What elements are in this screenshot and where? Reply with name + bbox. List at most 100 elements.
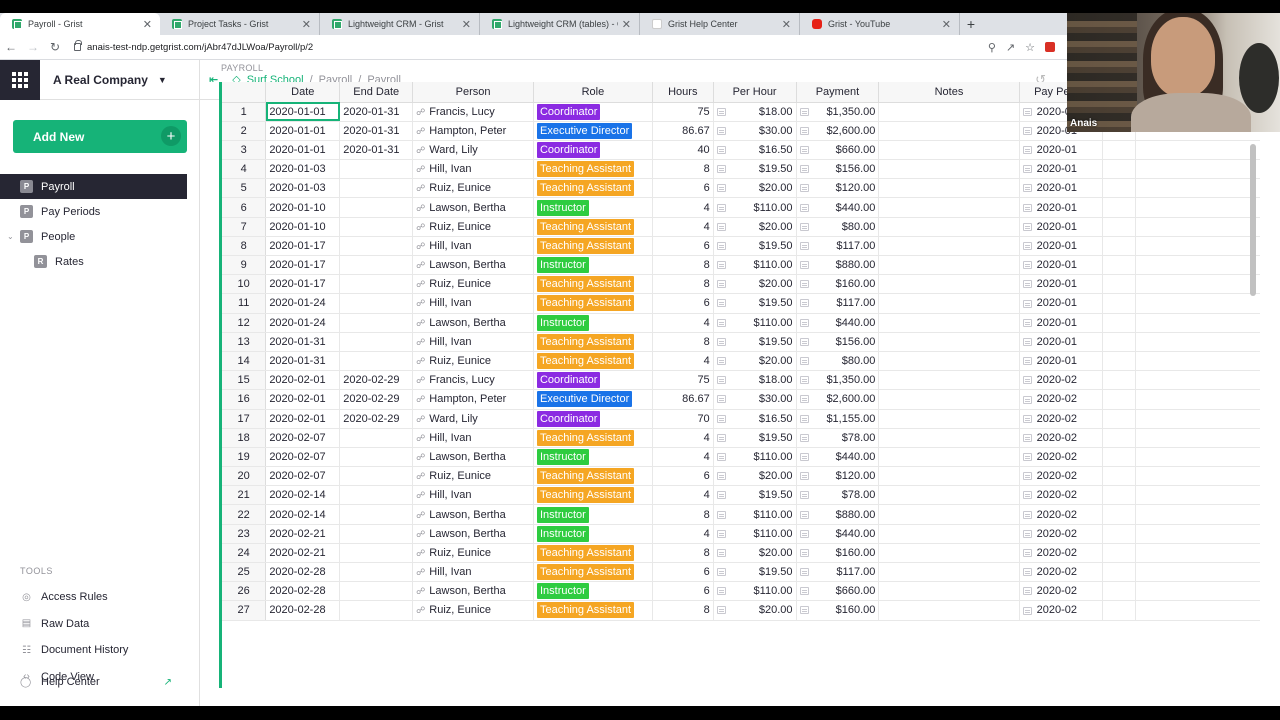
column-header-notes[interactable]: Notes xyxy=(878,82,1020,103)
cell-end-date[interactable] xyxy=(339,274,414,295)
share-icon[interactable]: ↗ xyxy=(1006,41,1015,54)
cell-person[interactable]: ☍ Hill, Ivan xyxy=(412,428,534,448)
chevron-down-icon[interactable]: ▼ xyxy=(158,75,167,85)
close-tab-icon[interactable]: ✕ xyxy=(302,18,311,31)
cell-end-date[interactable] xyxy=(339,255,414,276)
close-tab-icon[interactable]: ✕ xyxy=(143,18,152,31)
cell-per-hour[interactable]: $16.50 xyxy=(713,140,797,161)
cell-role[interactable]: Instructor xyxy=(533,581,653,602)
column-header-end-date[interactable]: End Date xyxy=(339,82,414,103)
cell-end-date[interactable] xyxy=(339,178,414,199)
zoom-icon[interactable]: ⚲ xyxy=(988,41,996,54)
browser-tab[interactable]: Project Tasks - Grist ✕ xyxy=(160,13,320,35)
cell-pay-period[interactable]: 2020-02 xyxy=(1019,485,1104,506)
cell-per-hour[interactable]: $110.00 xyxy=(713,197,797,218)
cell-notes[interactable] xyxy=(878,600,1020,621)
cell-end-date[interactable]: 2020-02-29 xyxy=(339,370,414,391)
cell-date[interactable]: 2020-02-07 xyxy=(265,428,341,448)
cell-payment[interactable]: $78.00 xyxy=(796,428,880,448)
browser-tab[interactable]: Lightweight CRM - Grist ✕ xyxy=(320,13,480,35)
cell-notes[interactable] xyxy=(878,543,1020,564)
cell-pay-period[interactable]: 2020-02 xyxy=(1019,600,1104,621)
cell-pay-period[interactable]: 2020-01 xyxy=(1019,255,1104,276)
cell-pay-period[interactable]: 2020-01 xyxy=(1019,313,1104,333)
cell-role[interactable]: Teaching Assistant xyxy=(533,428,653,448)
cell-end-date[interactable] xyxy=(339,236,414,257)
cell-payment[interactable]: $880.00 xyxy=(796,255,880,276)
cell-person[interactable]: ☍ Ruiz, Eunice xyxy=(412,466,534,487)
cell-pay-period[interactable]: 2020-01 xyxy=(1019,178,1104,199)
cell-role[interactable]: Executive Director xyxy=(533,121,653,141)
cell-pay-period[interactable]: 2020-02 xyxy=(1019,428,1104,448)
cell-role[interactable]: Instructor xyxy=(533,255,653,276)
cell-per-hour[interactable]: $20.00 xyxy=(713,543,797,564)
cell-end-date[interactable]: 2020-02-29 xyxy=(339,409,414,429)
cell-end-date[interactable] xyxy=(339,332,414,352)
cell-role[interactable]: Instructor xyxy=(533,313,653,333)
cell-notes[interactable] xyxy=(878,370,1020,391)
cell-payment[interactable]: $160.00 xyxy=(796,600,880,621)
cell-per-hour[interactable]: $110.00 xyxy=(713,447,797,468)
cell-notes[interactable] xyxy=(878,313,1020,333)
cell-notes[interactable] xyxy=(878,217,1020,237)
cell-role[interactable]: Teaching Assistant xyxy=(533,351,653,372)
cell-date[interactable]: 2020-01-31 xyxy=(265,351,341,372)
cell-date[interactable]: 2020-01-01 xyxy=(265,102,341,122)
cell-person[interactable]: ☍ Hill, Ivan xyxy=(412,236,534,257)
help-center-link[interactable]: ◯ Help Center ↗ xyxy=(0,670,200,694)
cell-payment[interactable]: $660.00 xyxy=(796,581,880,602)
cell-payment[interactable]: $78.00 xyxy=(796,485,880,506)
cell-role[interactable]: Teaching Assistant xyxy=(533,485,653,506)
cell-payment[interactable]: $120.00 xyxy=(796,178,880,199)
cell-end-date[interactable] xyxy=(339,428,414,448)
cell-per-hour[interactable]: $20.00 xyxy=(713,217,797,237)
cell-end-date[interactable] xyxy=(339,313,414,333)
cell-date[interactable]: 2020-02-21 xyxy=(265,543,341,564)
tool-access-rules[interactable]: ◎ Access Rules xyxy=(0,584,200,611)
cell-end-date[interactable] xyxy=(339,293,414,314)
cell-hours[interactable]: 8 xyxy=(652,274,714,295)
cell-role[interactable]: Teaching Assistant xyxy=(533,466,653,487)
cell-payment[interactable]: $1,155.00 xyxy=(796,409,880,429)
cell-person[interactable]: ☍ Francis, Lucy xyxy=(412,370,534,391)
cell-hours[interactable]: 4 xyxy=(652,217,714,237)
cell-hours[interactable]: 86.67 xyxy=(652,121,714,141)
cell-role[interactable]: Teaching Assistant xyxy=(533,562,653,583)
cell-per-hour[interactable]: $19.50 xyxy=(713,236,797,257)
page-item-payroll[interactable]: P Payroll xyxy=(0,174,187,199)
chevron-down-icon[interactable]: ⌄ xyxy=(7,232,14,241)
cell-notes[interactable] xyxy=(878,351,1020,372)
cell-person[interactable]: ☍ Ruiz, Eunice xyxy=(412,543,534,564)
org-name[interactable]: A Real Company xyxy=(53,73,148,87)
collapse-panel-icon[interactable]: ⇤ xyxy=(209,73,218,86)
page-item-pay-periods[interactable]: P Pay Periods xyxy=(0,199,200,224)
reload-icon[interactable]: ↻ xyxy=(44,40,66,54)
cell-role[interactable]: Instructor xyxy=(533,447,653,468)
cell-role[interactable]: Coordinator xyxy=(533,409,653,429)
close-tab-icon[interactable]: ✕ xyxy=(942,18,951,31)
cell-notes[interactable] xyxy=(878,524,1020,544)
cell-role[interactable]: Teaching Assistant xyxy=(533,178,653,199)
cell-role[interactable]: Teaching Assistant xyxy=(533,332,653,352)
cell-payment[interactable]: $440.00 xyxy=(796,313,880,333)
cell-role[interactable]: Teaching Assistant xyxy=(533,600,653,621)
cell-person[interactable]: ☍ Hill, Ivan xyxy=(412,159,534,180)
cell-hours[interactable]: 6 xyxy=(652,466,714,487)
cell-notes[interactable] xyxy=(878,409,1020,429)
cell-hours[interactable]: 8 xyxy=(652,159,714,180)
cell-person[interactable]: ☍ Lawson, Bertha xyxy=(412,197,534,218)
cell-hours[interactable]: 8 xyxy=(652,600,714,621)
cell-person[interactable]: ☍ Ward, Lily xyxy=(412,409,534,429)
cell-per-hour[interactable]: $16.50 xyxy=(713,409,797,429)
cell-per-hour[interactable]: $110.00 xyxy=(713,313,797,333)
cell-notes[interactable] xyxy=(878,466,1020,487)
cell-role[interactable]: Coordinator xyxy=(533,370,653,391)
cell-role[interactable]: Teaching Assistant xyxy=(533,543,653,564)
cell-per-hour[interactable]: $18.00 xyxy=(713,370,797,391)
cell-per-hour[interactable]: $20.00 xyxy=(713,274,797,295)
browser-tab[interactable]: Payroll - Grist ✕ xyxy=(0,13,160,35)
cell-notes[interactable] xyxy=(878,159,1020,180)
cell-payment[interactable]: $440.00 xyxy=(796,447,880,468)
cell-pay-period[interactable]: 2020-02 xyxy=(1019,466,1104,487)
cell-per-hour[interactable]: $19.50 xyxy=(713,485,797,506)
